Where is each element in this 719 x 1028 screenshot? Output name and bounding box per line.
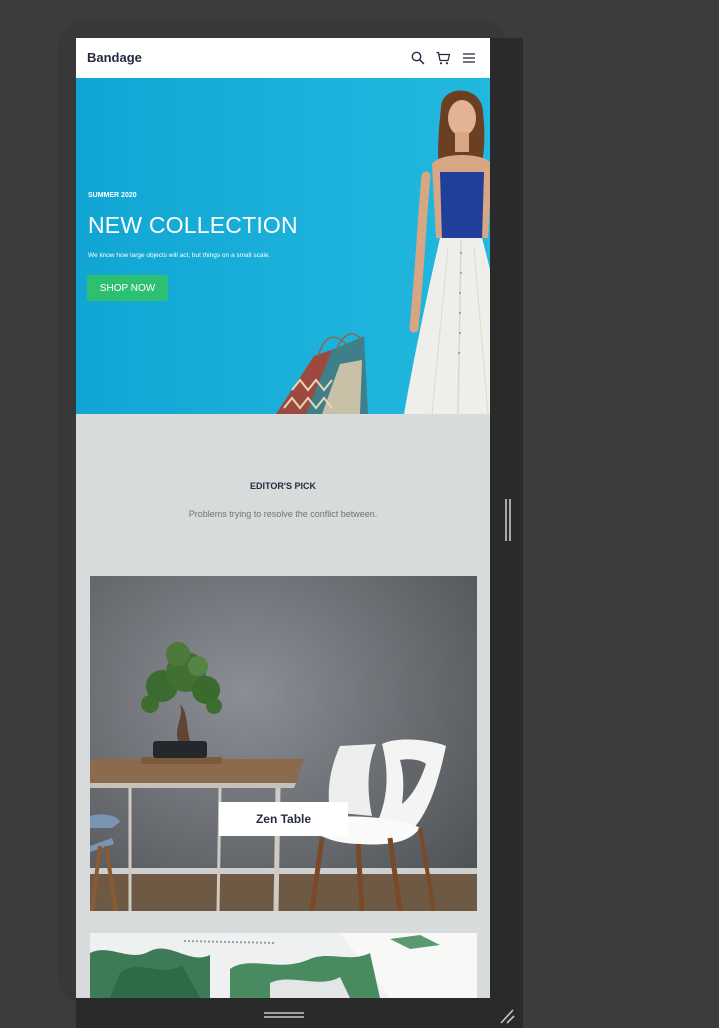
hero-model-image xyxy=(276,90,490,414)
product-card[interactable]: Zen Table xyxy=(90,576,477,911)
page-viewport: Bandage SUMMER 2020 NEW COLLECTION We kn… xyxy=(76,38,490,998)
search-icon[interactable] xyxy=(410,50,426,66)
section-title: EDITOR'S PICK xyxy=(250,481,316,491)
hero-title: NEW COLLECTION xyxy=(88,212,298,238)
resize-handle-vertical[interactable] xyxy=(503,497,513,543)
top-navbar: Bandage xyxy=(76,38,490,78)
hero-description: We know how large objects will act, but … xyxy=(88,252,271,259)
brand-logo[interactable]: Bandage xyxy=(87,50,142,65)
cart-icon[interactable] xyxy=(435,50,451,66)
product-image xyxy=(90,576,477,911)
resize-handle-horizontal[interactable] xyxy=(262,1010,306,1020)
product-card-2[interactable] xyxy=(90,933,477,998)
hero-banner: SUMMER 2020 NEW COLLECTION We know how l… xyxy=(76,78,490,414)
shop-now-button[interactable]: SHOP NOW xyxy=(87,275,168,301)
hero-kicker: SUMMER 2020 xyxy=(88,192,137,199)
menu-icon[interactable] xyxy=(461,50,477,66)
section-subtitle: Problems trying to resolve the conflict … xyxy=(188,509,378,519)
product-image-2 xyxy=(90,933,477,998)
resize-corner-icon[interactable] xyxy=(497,1007,517,1025)
product-label[interactable]: Zen Table xyxy=(219,802,348,836)
